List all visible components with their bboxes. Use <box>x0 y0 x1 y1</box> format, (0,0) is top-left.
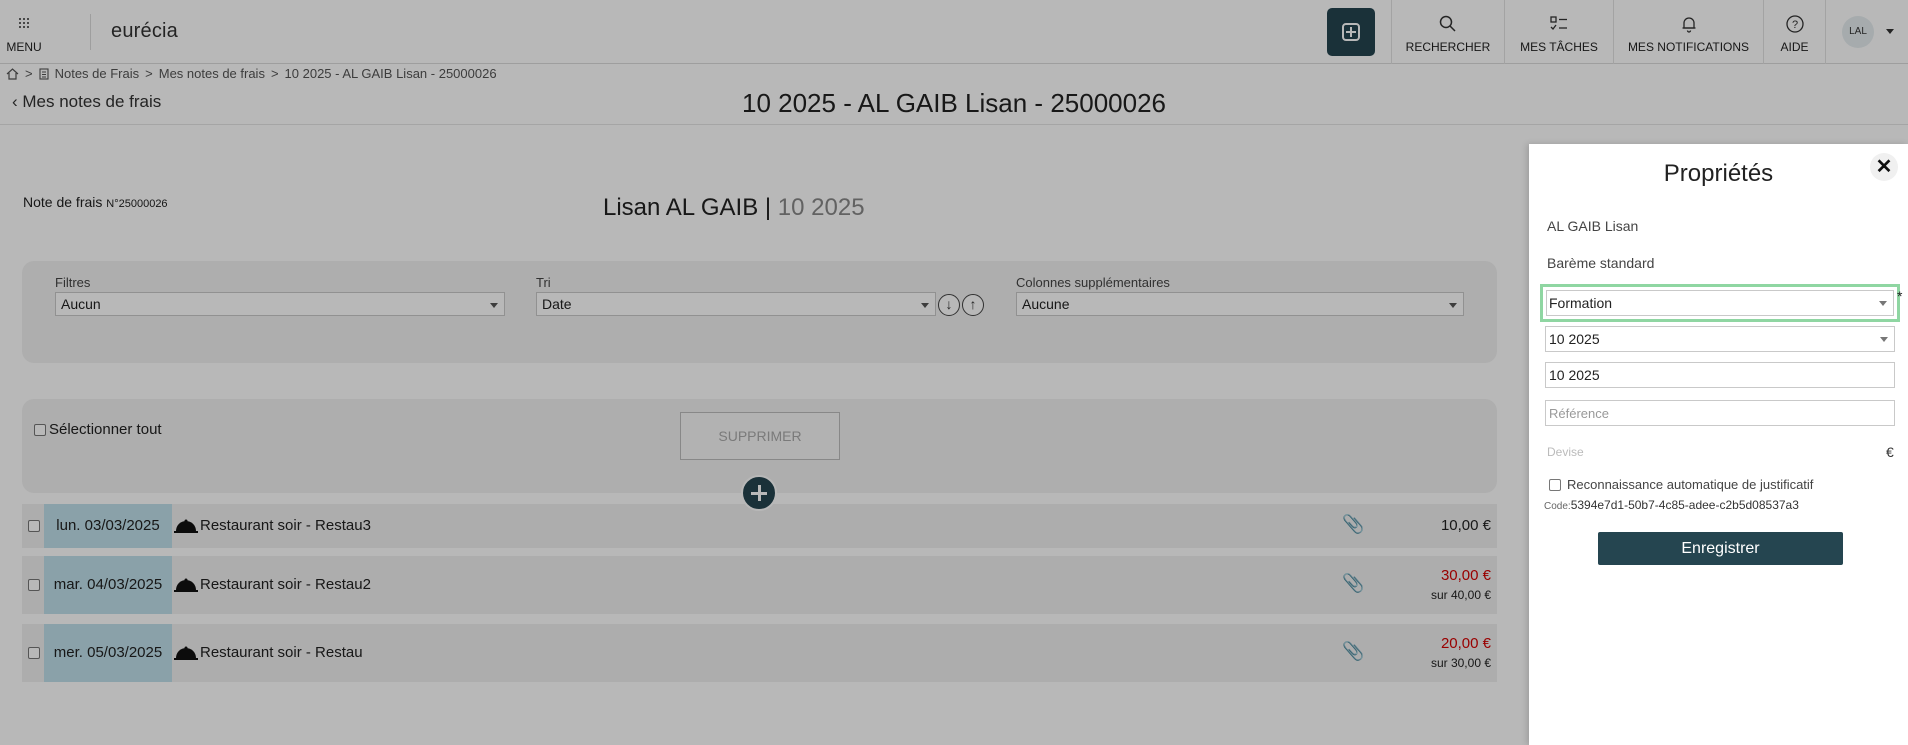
currency-field[interactable]: Devise <box>1547 445 1584 459</box>
chevron-down-icon <box>1879 301 1887 306</box>
bareme-label: Barème standard <box>1547 255 1655 271</box>
panel-title: Propriétés <box>1663 160 1774 187</box>
code-line: Code:5394e7d1-50b7-4c85-adee-c2b5d08537a… <box>1544 498 1799 512</box>
expense-type-inner: Formation <box>1546 290 1894 316</box>
auto-recognition-label: Reconnaissance automatique de justificat… <box>1567 477 1814 492</box>
currency-symbol: € <box>1886 444 1894 460</box>
period-select-value: 10 2025 <box>1549 331 1600 347</box>
period-select[interactable]: 10 2025 <box>1545 326 1895 352</box>
expense-type-select[interactable]: Formation <box>1540 284 1900 322</box>
reference-input[interactable]: Référence <box>1545 400 1895 426</box>
chevron-down-icon <box>1880 337 1888 342</box>
save-button[interactable]: Enregistrer <box>1598 532 1843 565</box>
required-mark: * <box>1897 288 1903 304</box>
expense-type-value: Formation <box>1549 295 1613 311</box>
properties-panel: Propriétés ✕ AL GAIB Lisan Barème standa… <box>1529 144 1908 745</box>
employee-name: AL GAIB Lisan <box>1547 218 1639 234</box>
close-icon[interactable]: ✕ <box>1870 153 1898 181</box>
code-label: Code: <box>1544 501 1571 512</box>
reference-placeholder: Référence <box>1549 406 1609 421</box>
period-input-value: 10 2025 <box>1549 367 1600 383</box>
auto-recognition-checkbox[interactable] <box>1549 478 1561 491</box>
auto-recognition-option[interactable]: Reconnaissance automatique de justificat… <box>1549 477 1813 492</box>
code-value: 5394e7d1-50b7-4c85-adee-c2b5d08537a3 <box>1570 498 1799 512</box>
period-input[interactable]: 10 2025 <box>1545 362 1895 388</box>
